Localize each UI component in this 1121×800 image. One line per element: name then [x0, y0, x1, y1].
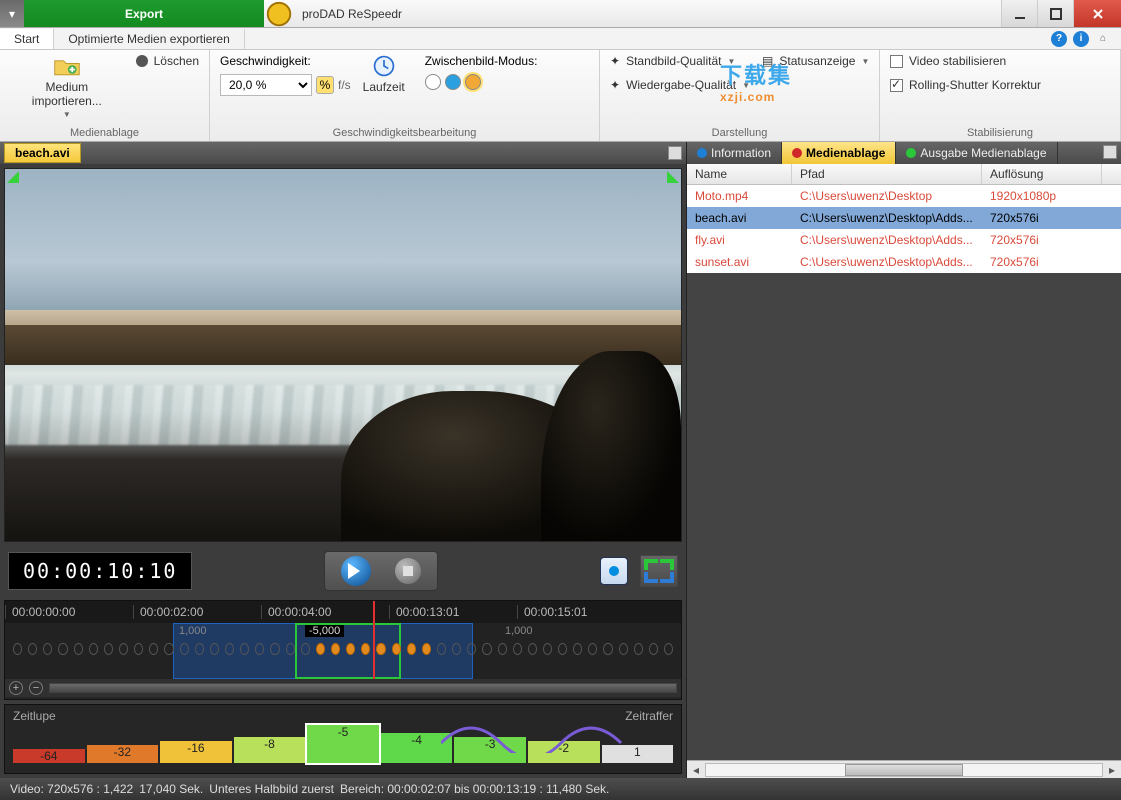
ramp-wave-icon	[441, 713, 641, 753]
import-media-label: Medium importieren...	[10, 80, 124, 108]
menu-dropdown[interactable]: ▾	[0, 0, 24, 27]
app-title: proDAD ReSpeedr	[294, 0, 1001, 27]
mode-none-button[interactable]	[425, 74, 441, 90]
record-button[interactable]	[600, 557, 628, 585]
export-tab[interactable]: Export	[24, 0, 264, 27]
tab-export-optimized[interactable]: Optimierte Medien exportieren	[54, 29, 244, 49]
rolling-shutter-check[interactable]: Rolling-Shutter Korrektur	[890, 78, 1041, 92]
zoom-in-button[interactable]: +	[9, 681, 23, 695]
playback-quality-dropdown[interactable]: ✦Wiedergabe-Qualität▼	[610, 78, 750, 92]
media-hscrollbar[interactable]: ◂▸	[687, 760, 1121, 778]
status-bar: Video: 720x576 : 1,422 17,040 Sek. Unter…	[0, 778, 1121, 800]
status-display-dropdown[interactable]: ▤Statusanzeige▼	[762, 54, 869, 68]
app-icon	[264, 0, 294, 27]
percent-toggle[interactable]: %	[316, 76, 334, 94]
ruler-tick: 00:00:00:00	[5, 605, 133, 619]
ruler-tick: 00:00:15:01	[517, 605, 645, 619]
import-media-button[interactable]: Medium importieren... ▼	[10, 54, 124, 119]
ruler-tick: 00:00:02:00	[133, 605, 261, 619]
col-name[interactable]: Name	[687, 164, 792, 184]
zoom-out-button[interactable]: −	[29, 681, 43, 695]
group-media-label: Medienablage	[10, 125, 199, 139]
runtime-button[interactable]: Laufzeit	[363, 54, 405, 94]
col-path[interactable]: Pfad	[792, 164, 982, 184]
stop-button[interactable]	[395, 558, 421, 584]
minimize-button[interactable]	[1001, 0, 1037, 27]
crop-marker-icon	[7, 171, 19, 183]
timeline[interactable]: 00:00:00:00 00:00:02:00 00:00:04:00 00:0…	[4, 600, 682, 700]
group-speed-label: Geschwindigkeitsbearbeitung	[220, 125, 589, 139]
group-display-label: Darstellung	[610, 125, 869, 139]
timecode-display: 00:00:10:10	[8, 552, 192, 590]
video-preview[interactable]	[4, 168, 682, 542]
speed-label: Geschwindigkeit:	[220, 54, 351, 68]
info-icon[interactable]: i	[1073, 31, 1089, 47]
maximize-button[interactable]	[1037, 0, 1073, 27]
table-row[interactable]: Moto.mp4C:\Users\uwenz\Desktop1920x1080p	[687, 185, 1121, 207]
mode-blend-button[interactable]	[445, 74, 461, 90]
ruler-tick: 00:00:13:01	[389, 605, 517, 619]
table-row[interactable]: sunset.aviC:\Users\uwenz\Desktop\Adds...…	[687, 251, 1121, 273]
panel-expand-left[interactable]	[668, 146, 682, 160]
fit-view-button[interactable]	[640, 555, 678, 587]
speed-ramp[interactable]: ZeitlupeZeitraffer -64-32-16-8-5-4-3-21	[4, 704, 682, 774]
help-icon[interactable]: ?	[1051, 31, 1067, 47]
speed-select[interactable]: 20,0 %	[220, 74, 312, 96]
media-empty-area	[687, 273, 1121, 760]
tab-information[interactable]: Information	[687, 142, 782, 164]
collapse-ribbon-icon[interactable]: ⌂	[1095, 31, 1111, 47]
tab-medienablage[interactable]: Medienablage	[782, 142, 896, 164]
runtime-label: Laufzeit	[363, 80, 405, 94]
ruler-tick: 00:00:04:00	[261, 605, 389, 619]
playhead[interactable]	[373, 601, 375, 679]
media-table: Name Pfad Auflösung Moto.mp4C:\Users\uwe…	[687, 164, 1121, 273]
close-button[interactable]	[1073, 0, 1121, 27]
tab-ausgabe[interactable]: Ausgabe Medienablage	[896, 142, 1057, 164]
preview-file-tab[interactable]: beach.avi	[4, 143, 81, 163]
delete-button[interactable]: Löschen	[136, 54, 199, 68]
mode-optical-button[interactable]	[465, 74, 481, 90]
video-stabilize-check[interactable]: Video stabilisieren	[890, 54, 1041, 68]
speed-badge: 1,000	[505, 625, 533, 637]
col-resolution[interactable]: Auflösung	[982, 164, 1102, 184]
table-row[interactable]: fly.aviC:\Users\uwenz\Desktop\Adds...720…	[687, 229, 1121, 251]
crop-marker-icon	[667, 171, 679, 183]
table-row[interactable]: beach.aviC:\Users\uwenz\Desktop\Adds...7…	[687, 207, 1121, 229]
interframe-label: Zwischenbild-Modus:	[425, 54, 538, 68]
group-stabilize-label: Stabilisierung	[890, 125, 1110, 139]
delete-label: Löschen	[154, 54, 199, 68]
speed-badge: -5,000	[305, 625, 344, 637]
ramp-slow-label: Zeitlupe	[13, 709, 56, 723]
timeline-scrollbar[interactable]	[49, 683, 677, 693]
play-button[interactable]	[341, 556, 371, 586]
tab-start[interactable]: Start	[0, 29, 54, 49]
speed-badge: 1,000	[179, 625, 207, 637]
panel-expand-right[interactable]	[1103, 145, 1117, 159]
still-quality-dropdown[interactable]: ✦Standbild-Qualität▼	[610, 54, 750, 68]
fps-label: f/s	[338, 78, 351, 92]
